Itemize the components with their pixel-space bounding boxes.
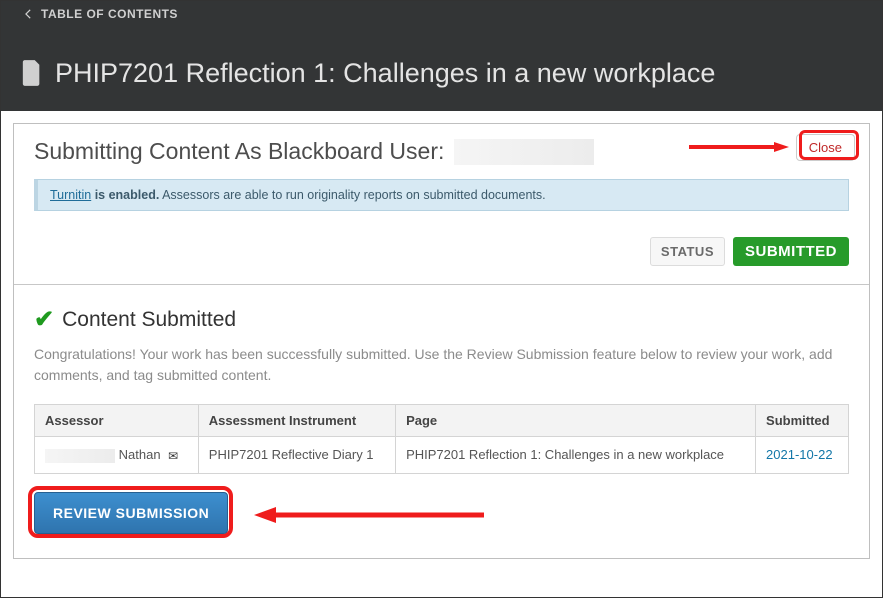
- content-submitted-heading-row: ✔ Content Submitted: [34, 305, 849, 334]
- back-arrow-icon: [21, 7, 35, 21]
- turnitin-notice: Turnitin is enabled. Assessors are able …: [34, 179, 849, 211]
- submission-panel: Submitting Content As Blackboard User: C…: [13, 123, 870, 559]
- cell-submitted: 2021-10-22: [756, 437, 849, 474]
- assessor-lastname-redacted: [45, 449, 115, 463]
- turnitin-rest-text: Assessors are able to run originality re…: [159, 188, 545, 202]
- cell-assessor: Nathan ✉: [35, 437, 199, 474]
- col-assessor: Assessor: [35, 405, 199, 437]
- table-header-row: Assessor Assessment Instrument Page Subm…: [35, 405, 849, 437]
- panel-body: ✔ Content Submitted Congratulations! You…: [14, 285, 869, 558]
- review-submission-button[interactable]: REVIEW SUBMISSION: [34, 492, 228, 534]
- turnitin-enabled-text: is enabled.: [91, 188, 159, 202]
- submitting-as-label: Submitting Content As Blackboard User:: [34, 138, 444, 165]
- close-button[interactable]: Close: [796, 134, 855, 161]
- review-wrap: REVIEW SUBMISSION: [34, 492, 849, 534]
- col-page: Page: [396, 405, 756, 437]
- col-submitted: Submitted: [756, 405, 849, 437]
- table-row: Nathan ✉ PHIP7201 Reflective Diary 1 PHI…: [35, 437, 849, 474]
- check-icon: ✔: [34, 305, 54, 334]
- status-badge: SUBMITTED: [733, 237, 849, 266]
- page-title: PHIP7201 Reflection 1: Challenges in a n…: [55, 56, 715, 91]
- document-icon: [21, 60, 43, 86]
- toc-label: TABLE OF CONTENTS: [41, 7, 178, 21]
- submitted-date-link[interactable]: 2021-10-22: [766, 447, 833, 462]
- panel-head: Submitting Content As Blackboard User: C…: [14, 124, 869, 285]
- cell-page: PHIP7201 Reflection 1: Challenges in a n…: [396, 437, 756, 474]
- congrats-text: Congratulations! Your work has been succ…: [34, 344, 849, 386]
- mail-icon[interactable]: ✉: [168, 449, 178, 463]
- cell-instrument: PHIP7201 Reflective Diary 1: [198, 437, 395, 474]
- dark-header: TABLE OF CONTENTS PHIP7201 Reflection 1:…: [1, 1, 882, 111]
- submitting-as-row: Submitting Content As Blackboard User:: [34, 138, 849, 165]
- col-instrument: Assessment Instrument: [198, 405, 395, 437]
- content-area: Submitting Content As Blackboard User: C…: [1, 111, 882, 571]
- status-row: STATUS SUBMITTED: [34, 237, 849, 266]
- username-redacted: [454, 139, 594, 165]
- content-submitted-heading: Content Submitted: [62, 308, 236, 332]
- status-label: STATUS: [650, 237, 725, 266]
- turnitin-link[interactable]: Turnitin: [50, 188, 91, 202]
- annotation-arrow-review: [254, 506, 484, 524]
- table-of-contents-link[interactable]: TABLE OF CONTENTS: [21, 7, 178, 21]
- submission-table: Assessor Assessment Instrument Page Subm…: [34, 404, 849, 474]
- assessor-firstname: Nathan: [119, 447, 161, 462]
